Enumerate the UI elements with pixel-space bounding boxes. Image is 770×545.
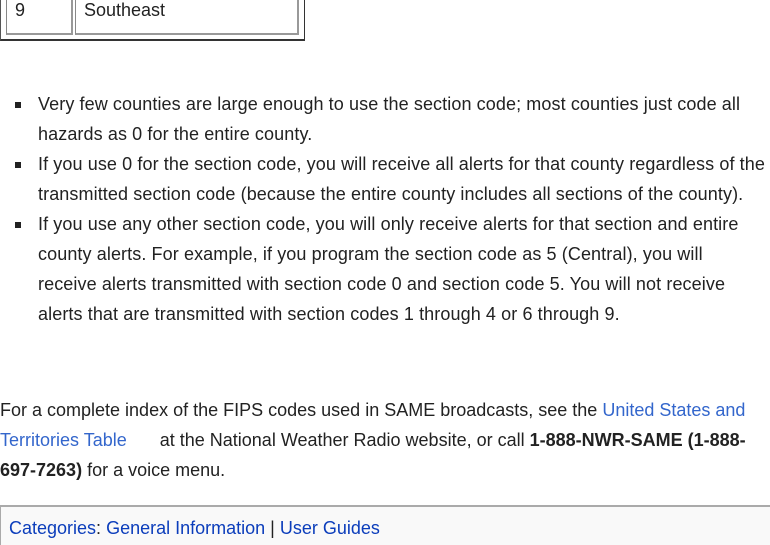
categories-link[interactable]: Categories: [9, 518, 96, 538]
list-item-text: If you use any other section code, you w…: [38, 214, 739, 324]
fips-section-table: 9 Southeast: [0, 0, 305, 41]
category-user-guides[interactable]: User Guides: [280, 518, 380, 538]
paragraph-text-end: for a voice menu.: [82, 460, 226, 480]
fips-index-paragraph: For a complete index of the FIPS codes u…: [0, 395, 770, 485]
paragraph-text-start: For a complete index of the FIPS codes u…: [0, 400, 603, 420]
table-row: 9 Southeast: [6, 0, 299, 35]
list-item-text: If you use 0 for the section code, you w…: [38, 154, 765, 204]
categories-colon: :: [96, 518, 107, 538]
section-code-notes: Very few counties are large enough to us…: [0, 89, 770, 329]
category-general-information[interactable]: General Information: [106, 518, 265, 538]
square-bullet-icon: [15, 102, 21, 108]
list-item-text: Very few counties are large enough to us…: [38, 94, 741, 144]
region-cell: Southeast: [75, 0, 299, 35]
list-item: If you use any other section code, you w…: [0, 209, 770, 329]
list-item: Very few counties are large enough to us…: [0, 89, 770, 149]
category-links: Categories: General Information | User G…: [0, 505, 770, 545]
paragraph-text-middle: at the National Weather Radio website, o…: [154, 430, 530, 450]
square-bullet-icon: [15, 222, 21, 228]
section-code-cell: 9: [6, 0, 73, 35]
section-code-table: 9 Southeast: [4, 0, 301, 37]
list-item: If you use 0 for the section code, you w…: [0, 149, 770, 209]
category-separator: |: [265, 518, 280, 538]
square-bullet-icon: [15, 162, 21, 168]
